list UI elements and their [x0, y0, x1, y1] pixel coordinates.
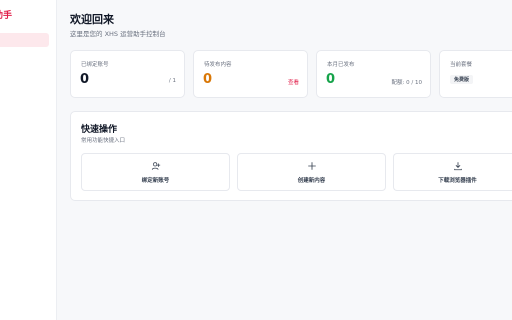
quota-text: 配额: 0 / 10: [391, 80, 422, 86]
quick-actions-subtitle: 常用功能快捷入口: [81, 138, 126, 144]
user-plus-icon: [151, 162, 160, 170]
download-extension-button[interactable]: 下载浏览器插件: [393, 153, 512, 191]
stat-label: 已绑定账号: [81, 62, 109, 68]
main-content: 欢迎回来 这里是您的 XHS 运营助手控制台 已绑定账号 0 / 1 待发布内容…: [57, 0, 512, 320]
create-content-button[interactable]: 创建新内容: [237, 153, 386, 191]
plan-badge: 免费版: [450, 75, 474, 84]
quick-actions-panel: 快速操作 常用功能快捷入口 绑定新账号 创建新内容 下载浏览器插件: [70, 111, 512, 201]
stat-label: 当前套餐: [450, 62, 473, 68]
brand-name: 助手: [0, 11, 13, 21]
action-label: 创建新内容: [297, 178, 326, 184]
stat-card-published: 本月已发布 0 配额: 0 / 10: [316, 50, 431, 98]
stat-value: 0: [80, 72, 90, 87]
stat-value: 0: [203, 72, 213, 87]
stat-card-accounts: 已绑定账号 0 / 1: [70, 50, 185, 98]
stat-label: 本月已发布: [327, 62, 355, 68]
stat-card-plan: 当前套餐 免费版: [439, 50, 512, 98]
stat-card-pending: 待发布内容 0 查看: [193, 50, 308, 98]
stat-label: 待发布内容: [204, 62, 232, 68]
view-link[interactable]: 查看: [288, 78, 299, 86]
quick-actions-title: 快速操作: [81, 125, 118, 135]
bind-account-button[interactable]: 绑定新账号: [81, 153, 230, 191]
page-subtitle: 这里是您的 XHS 运营助手控制台: [70, 30, 166, 38]
plus-icon: [307, 162, 316, 170]
download-icon: [453, 162, 462, 171]
action-label: 绑定新账号: [141, 178, 170, 184]
sidebar-item-active[interactable]: [0, 33, 49, 47]
stat-value: 0: [326, 72, 336, 87]
page-title: 欢迎回来: [70, 13, 114, 26]
action-label: 下载浏览器插件: [438, 178, 477, 184]
stat-limit: / 1: [168, 78, 176, 84]
sidebar: 助手: [0, 0, 57, 320]
